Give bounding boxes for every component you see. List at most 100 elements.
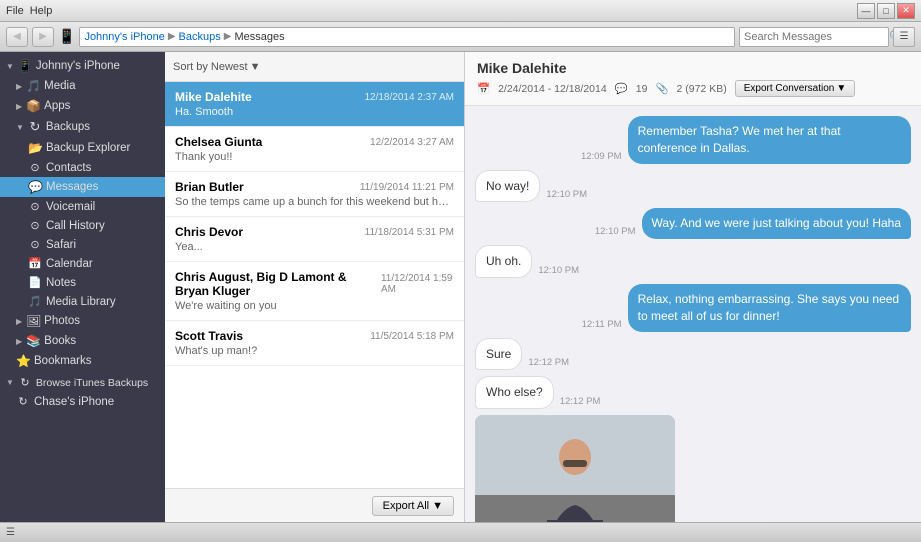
conv-preview: What's up man!? xyxy=(175,345,454,357)
sidebar-label-media: Media xyxy=(44,80,75,92)
chat-messages: 12:09 PM Remember Tasha? We met her at t… xyxy=(465,106,921,522)
sidebar-item-calendar[interactable]: 📅 Calendar xyxy=(0,254,165,273)
chat-date-range: 2/24/2014 - 12/18/2014 xyxy=(498,83,607,95)
sidebar-item-bookmarks[interactable]: ⭐ Bookmarks xyxy=(0,351,165,371)
forward-button[interactable]: ▶ xyxy=(32,27,54,47)
conv-date: 11/12/2014 1:59 AM xyxy=(381,273,454,295)
chat-header: Mike Dalehite 📅 2/24/2014 - 12/18/2014 💬… xyxy=(465,52,921,106)
minimize-button[interactable]: — xyxy=(857,3,875,19)
chat-msg-count: 19 xyxy=(636,83,648,95)
conv-header: Chris August, Big D Lamont & Bryan Kluge… xyxy=(175,270,454,298)
view-toggle-button[interactable]: ☰ xyxy=(893,27,915,47)
conv-date: 11/18/2014 5:31 PM xyxy=(365,227,454,238)
sidebar-item-photos[interactable]: ▶ 🖼 Photos xyxy=(0,311,165,331)
arrow-apps: ▶ xyxy=(16,102,22,111)
sidebar-label-photos: Photos xyxy=(44,315,80,327)
sidebar-item-chases-iphone[interactable]: ↻ Chase's iPhone xyxy=(0,392,165,411)
msg-bubble-sent: Remember Tasha? We met her at that confe… xyxy=(628,116,911,164)
sidebar-item-safari[interactable]: ⊙ Safari xyxy=(0,235,165,254)
sidebar-item-books[interactable]: ▶ 📚 Books xyxy=(0,331,165,351)
msg-bubble-received: No way! xyxy=(475,170,540,203)
message-row: Uh oh. 12:10 PM xyxy=(475,245,911,278)
arrow-books: ▶ xyxy=(16,337,22,346)
sidebar-label-safari: Safari xyxy=(46,239,76,251)
message-row-image: 12:13 PM xyxy=(475,415,911,522)
conv-name: Chris August, Big D Lamont & Bryan Kluge… xyxy=(175,270,381,298)
sidebar-item-backups[interactable]: ▼ ↻ Backups xyxy=(0,116,165,138)
message-row: 12:09 PM Remember Tasha? We met her at t… xyxy=(475,116,911,164)
conv-item-chelsea[interactable]: Chelsea Giunta 12/2/2014 3:27 AM Thank y… xyxy=(165,127,464,172)
export-all-arrow-icon: ▼ xyxy=(432,500,443,512)
sidebar-item-messages[interactable]: 💬 Messages xyxy=(0,177,165,197)
window-controls[interactable]: — □ ✕ xyxy=(857,3,915,19)
calendar-meta-icon: 📅 xyxy=(477,82,490,95)
conv-preview: So the temps came up a bunch for this we… xyxy=(175,196,454,208)
menu-help[interactable]: Help xyxy=(30,5,53,17)
search-bar[interactable]: 🔍 xyxy=(739,27,889,47)
address-bar: ◀ ▶ 📱 Johnny's iPhone ▶ Backups ▶ Messag… xyxy=(0,22,921,52)
conv-item-chris-august[interactable]: Chris August, Big D Lamont & Bryan Kluge… xyxy=(165,262,464,321)
menu-file[interactable]: File xyxy=(6,5,24,17)
sidebar-label-backup-explorer: Backup Explorer xyxy=(46,142,130,154)
sidebar-item-backup-explorer[interactable]: 📂 Backup Explorer xyxy=(0,138,165,158)
bookmarks-icon: ⭐ xyxy=(16,354,30,368)
msg-bubble-received: Who else? xyxy=(475,376,554,409)
sidebar-label-media-library: Media Library xyxy=(46,296,116,308)
msg-bubble-sent: Way. And we were just talking about you!… xyxy=(642,208,911,239)
books-icon: 📚 xyxy=(26,334,40,348)
chat-meta: 📅 2/24/2014 - 12/18/2014 💬 19 📎 2 (972 K… xyxy=(477,80,909,97)
conv-item-brian[interactable]: Brian Butler 11/19/2014 11:21 PM So the … xyxy=(165,172,464,217)
breadcrumb-iphone[interactable]: Johnny's iPhone xyxy=(84,31,164,43)
export-all-label: Export All xyxy=(383,500,429,512)
sidebar-item-johnny-iphone[interactable]: ▼ 📱 Johnny's iPhone xyxy=(0,56,165,76)
conv-header: Mike Dalehite 12/18/2014 2:37 AM xyxy=(175,90,454,104)
status-bar: ☰ xyxy=(0,522,921,542)
breadcrumb-messages: Messages xyxy=(234,31,284,43)
msg-time: 12:10 PM xyxy=(538,265,579,278)
bc-sep-2: ▶ xyxy=(224,31,232,42)
conv-header: Scott Travis 11/5/2014 5:18 PM xyxy=(175,329,454,343)
export-all-button[interactable]: Export All ▼ xyxy=(372,496,454,516)
search-input[interactable] xyxy=(744,31,886,43)
sidebar-label-messages: Messages xyxy=(46,181,98,193)
breadcrumb-backups[interactable]: Backups xyxy=(179,31,221,43)
sidebar-label-backups: Backups xyxy=(46,121,90,133)
close-button[interactable]: ✕ xyxy=(897,3,915,19)
conv-item-mike[interactable]: Mike Dalehite 12/18/2014 2:37 AM Ha. Smo… xyxy=(165,82,464,127)
sidebar-label-chases-iphone: Chase's iPhone xyxy=(34,396,114,408)
conv-header: Brian Butler 11/19/2014 11:21 PM xyxy=(175,180,454,194)
back-button[interactable]: ◀ xyxy=(6,27,28,47)
msg-time: 12:10 PM xyxy=(546,189,587,202)
sidebar-item-apps[interactable]: ▶ 📦 Apps xyxy=(0,96,165,116)
sidebar-item-browse-itunes[interactable]: ▼ ↻ Browse iTunes Backups xyxy=(0,373,165,392)
sidebar-item-voicemail[interactable]: ⊙ Voicemail xyxy=(0,197,165,216)
apps-icon: 📦 xyxy=(26,99,40,113)
sidebar-item-notes[interactable]: 📄 Notes xyxy=(0,273,165,292)
menu-bar[interactable]: File Help xyxy=(6,5,52,17)
maximize-button[interactable]: □ xyxy=(877,3,895,19)
sidebar-label-books: Books xyxy=(44,335,76,347)
sidebar-label-browse-itunes: Browse iTunes Backups xyxy=(36,377,148,389)
media-library-icon: 🎵 xyxy=(28,295,42,308)
sidebar-item-contacts[interactable]: ⊙ Contacts xyxy=(0,158,165,177)
msg-time: 12:12 PM xyxy=(528,357,569,370)
conv-item-chris-devor[interactable]: Chris Devor 11/18/2014 5:31 PM Yea... xyxy=(165,217,464,262)
msg-time: 12:09 PM xyxy=(581,151,622,164)
sidebar-item-media-library[interactable]: 🎵 Media Library xyxy=(0,292,165,311)
backup-explorer-icon: 📂 xyxy=(28,141,42,155)
sort-dropdown[interactable]: Sort by Newest ▼ xyxy=(173,61,260,73)
conv-preview: Yea... xyxy=(175,241,454,253)
sidebar-item-media[interactable]: ▶ 🎵 Media xyxy=(0,76,165,96)
export-conversation-button[interactable]: Export Conversation ▼ xyxy=(735,80,856,97)
attachment-icon: 📎 xyxy=(655,82,668,95)
messages-icon: 💬 xyxy=(28,180,42,194)
msg-bubble-sent: Relax, nothing embarrassing. She says yo… xyxy=(628,284,911,332)
content-area: Sort by Newest ▼ Mike Dalehite 12/18/201… xyxy=(165,52,921,522)
arrow-media: ▶ xyxy=(16,82,22,91)
iphone-icon: 📱 xyxy=(18,59,32,73)
contacts-icon: ⊙ xyxy=(28,161,42,174)
sidebar-item-call-history[interactable]: ⊙ Call History xyxy=(0,216,165,235)
arrow-backups: ▼ xyxy=(16,123,24,132)
message-list: Sort by Newest ▼ Mike Dalehite 12/18/201… xyxy=(165,52,465,522)
conv-item-scott[interactable]: Scott Travis 11/5/2014 5:18 PM What's up… xyxy=(165,321,464,366)
